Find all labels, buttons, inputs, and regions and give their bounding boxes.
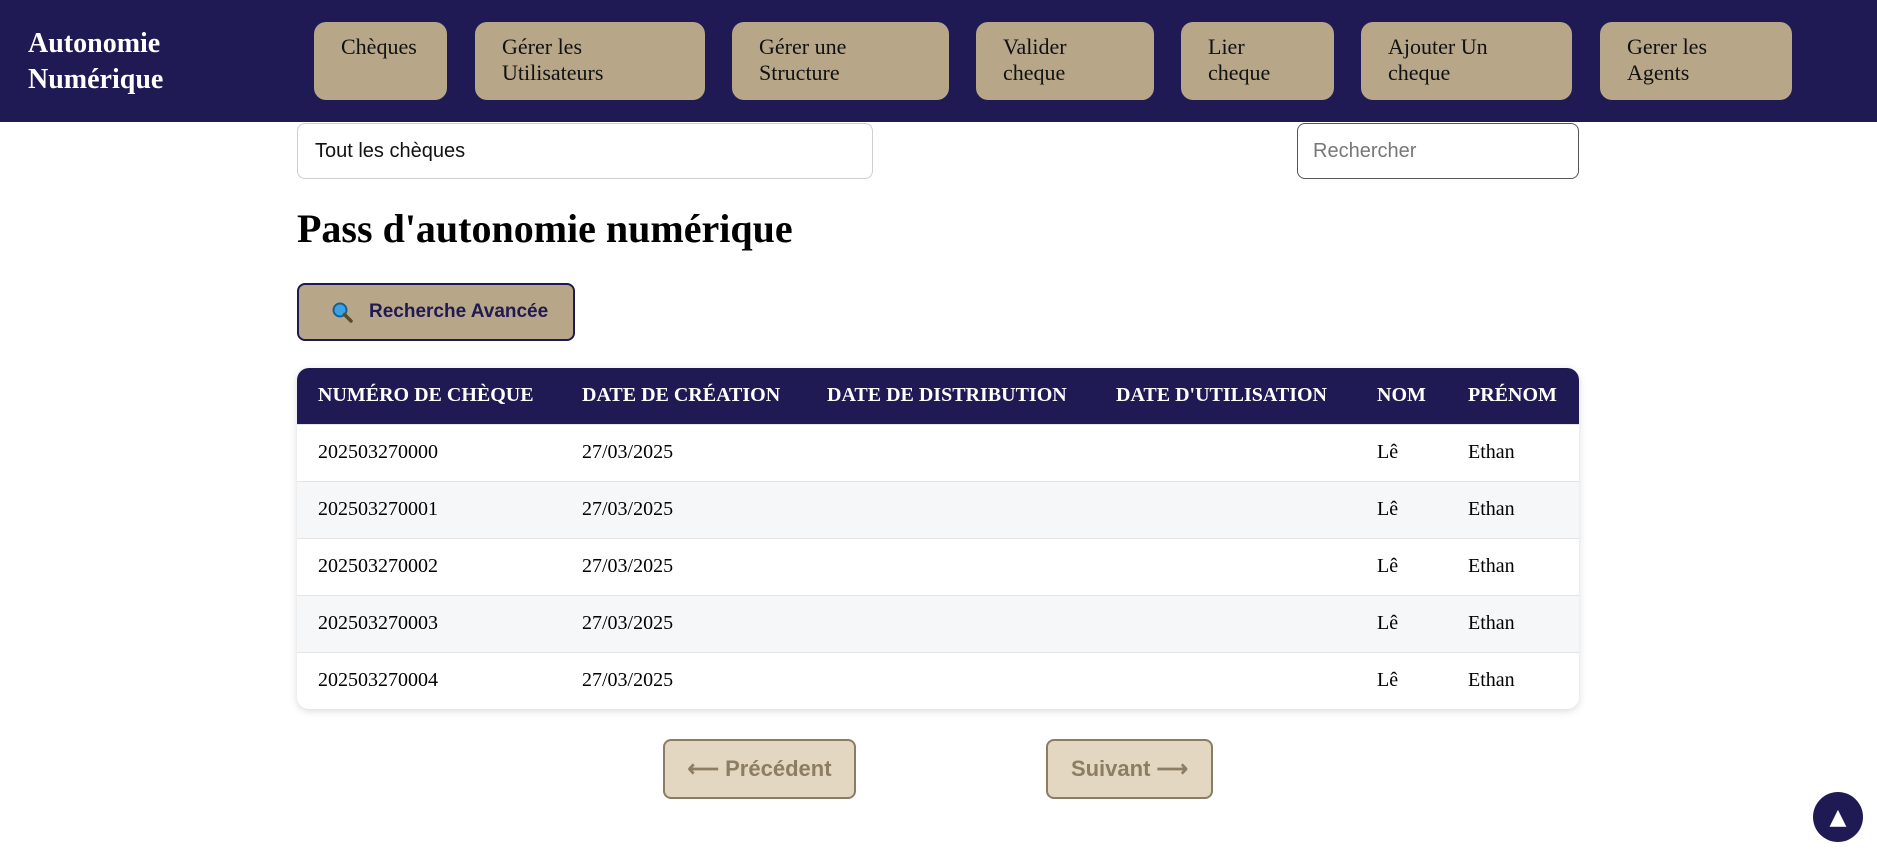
cell-first-name: Ethan <box>1468 612 1515 634</box>
cheques-table: NUMÉRO DE CHÈQUE DATE DE CRÉATION DATE D… <box>297 368 1579 709</box>
table-row[interactable]: 202503270004 27/03/2025 Lê Ethan <box>297 652 1579 709</box>
nav-label: Gerer les Agents <box>1627 34 1708 85</box>
cell-last-name: Lê <box>1377 555 1399 577</box>
cell-first-name: Ethan <box>1468 669 1515 692</box>
table-header-row: NUMÉRO DE CHÈQUE DATE DE CRÉATION DATE D… <box>297 368 1579 424</box>
previous-page-label: ⟵ Précédent <box>687 756 832 781</box>
cell-distribution-date <box>806 595 1095 652</box>
cell-creation-date: 27/03/2025 <box>582 612 674 634</box>
cell-cheque-number: 202503270004 <box>318 669 438 692</box>
column-header-cheque-number: NUMÉRO DE CHÈQUE <box>318 384 534 407</box>
previous-page-button[interactable]: ⟵ Précédent <box>663 739 856 799</box>
cell-cheque-number: 202503270001 <box>318 498 438 520</box>
cell-distribution-date <box>806 538 1095 595</box>
nav-label: Chèques <box>341 34 417 59</box>
cell-usage-date <box>1095 481 1356 538</box>
top-navigation-bar: Autonomie Numérique Chèques Gérer les Ut… <box>0 0 1877 122</box>
nav-button-cheques[interactable]: Chèques <box>314 22 447 100</box>
nav-button-structure[interactable]: Gérer une Structure <box>732 22 949 100</box>
brand-line-1: Autonomie <box>28 28 161 59</box>
brand-logo[interactable]: Autonomie Numérique <box>28 26 208 98</box>
nav-button-link-cheque[interactable]: Lier cheque <box>1181 22 1334 100</box>
advanced-search-button[interactable]: Recherche Avancée <box>297 283 575 341</box>
nav-button-users[interactable]: Gérer les Utilisateurs <box>475 22 705 100</box>
table-row[interactable]: 202503270000 27/03/2025 Lê Ethan <box>297 424 1579 481</box>
table-row[interactable]: 202503270002 27/03/2025 Lê Ethan <box>297 538 1579 595</box>
cell-first-name: Ethan <box>1468 555 1515 577</box>
cell-usage-date <box>1095 538 1356 595</box>
nav-button-agents[interactable]: Gerer les Agents <box>1600 22 1792 100</box>
cell-usage-date <box>1095 652 1356 709</box>
next-page-label: Suivant ⟶ <box>1070 756 1189 781</box>
cell-first-name: Ethan <box>1468 441 1515 463</box>
cell-last-name: Lê <box>1377 669 1399 692</box>
table-row[interactable]: 202503270003 27/03/2025 Lê Ethan <box>297 595 1579 652</box>
cell-last-name: Lê <box>1377 498 1399 520</box>
nav-label: Gérer une Structure <box>759 34 847 85</box>
column-header-distribution-date: DATE DE DISTRIBUTION <box>827 384 1067 407</box>
cell-distribution-date <box>806 424 1095 481</box>
nav-label: Ajouter Un cheque <box>1388 34 1488 85</box>
column-header-last-name: NOM <box>1377 384 1426 407</box>
page-title: Pass d'autonomie numérique <box>297 206 793 251</box>
next-page-button[interactable]: Suivant ⟶ <box>1046 739 1213 799</box>
cell-usage-date <box>1095 424 1356 481</box>
cell-creation-date: 27/03/2025 <box>582 555 674 577</box>
advanced-search-label: Recherche Avancée <box>369 301 549 322</box>
column-header-usage-date: DATE D'UTILISATION <box>1116 384 1327 407</box>
nav-label: Lier cheque <box>1208 34 1271 85</box>
nav-label: Gérer les Utilisateurs <box>502 34 604 85</box>
cell-last-name: Lê <box>1377 441 1399 463</box>
cell-creation-date: 27/03/2025 <box>582 441 674 463</box>
cell-distribution-date <box>806 652 1095 709</box>
nav-button-validate-cheque[interactable]: Valider cheque <box>976 22 1154 100</box>
magnifier-icon <box>331 301 353 323</box>
filter-selected-value: Tout les chèques <box>315 140 466 162</box>
table-row[interactable]: 202503270001 27/03/2025 Lê Ethan <box>297 481 1579 538</box>
cell-last-name: Lê <box>1377 612 1399 634</box>
cell-first-name: Ethan <box>1468 498 1515 520</box>
cell-distribution-date <box>806 481 1095 538</box>
cheque-filter-select[interactable]: Tout les chèques <box>297 123 873 179</box>
cell-creation-date: 27/03/2025 <box>582 669 674 692</box>
cell-creation-date: 27/03/2025 <box>582 498 674 520</box>
cell-cheque-number: 202503270002 <box>318 555 438 577</box>
scroll-to-top-button[interactable]: ▲ <box>1813 792 1863 842</box>
cell-usage-date <box>1095 595 1356 652</box>
cell-cheque-number: 202503270000 <box>318 441 438 463</box>
cell-cheque-number: 202503270003 <box>318 612 438 634</box>
column-header-first-name: PRÉNOM <box>1468 384 1557 407</box>
nav-button-add-cheque[interactable]: Ajouter Un cheque <box>1361 22 1572 100</box>
arrow-up-icon: ▲ <box>1829 804 1847 830</box>
brand-line-2: Numérique <box>28 64 164 95</box>
nav-label: Valider cheque <box>1003 34 1067 85</box>
search-input[interactable] <box>1297 123 1579 179</box>
column-header-creation-date: DATE DE CRÉATION <box>582 384 781 407</box>
